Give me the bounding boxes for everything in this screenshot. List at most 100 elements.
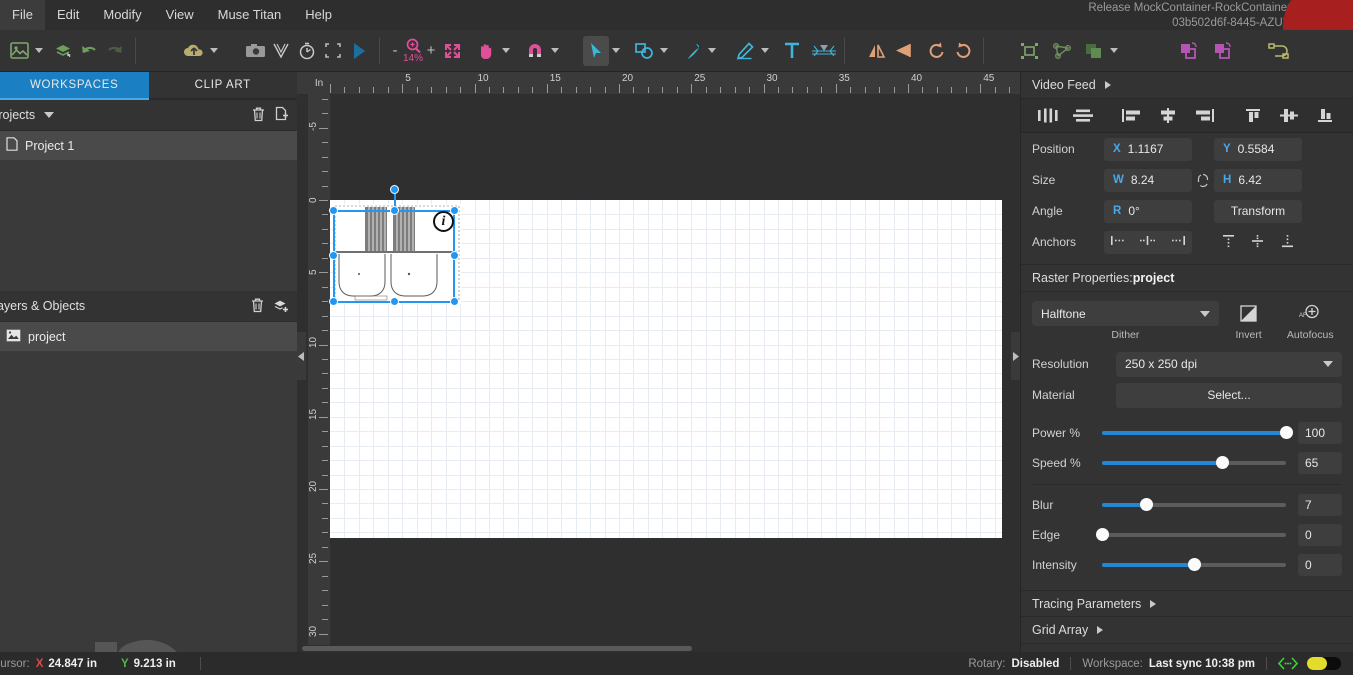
dither-dropdown[interactable]: Halftone	[1032, 301, 1219, 326]
resize-handle-b[interactable]	[390, 297, 399, 306]
align-left-icon[interactable]	[1114, 103, 1150, 129]
play-run-icon[interactable]	[346, 36, 372, 66]
zoom-out-button[interactable]: -	[387, 42, 403, 59]
align-center-h-icon[interactable]	[1150, 103, 1186, 129]
boolean-union-icon[interactable]	[1081, 36, 1107, 66]
autofocus-button[interactable]: AF Autofocus	[1278, 301, 1342, 341]
boolean-dropdown[interactable]	[1107, 36, 1120, 66]
intensity-value-input[interactable]: 0	[1298, 554, 1342, 576]
link-ratio-icon[interactable]	[1192, 173, 1214, 188]
blur-slider[interactable]	[1102, 498, 1286, 511]
vertical-ruler[interactable]: -5 0 5 10 15 20 25 30	[308, 94, 330, 652]
edge-slider[interactable]	[1096, 528, 1286, 541]
timer-icon[interactable]	[294, 36, 320, 66]
power-slider[interactable]	[1102, 426, 1293, 439]
power-value-input[interactable]: 100	[1298, 422, 1342, 444]
triangle-right-icon[interactable]	[1104, 81, 1111, 89]
menu-item-view[interactable]: View	[154, 0, 206, 30]
angle-input[interactable]: R 0°	[1104, 199, 1192, 223]
object-info-icon[interactable]: i	[433, 211, 454, 232]
anchor-center-icon[interactable]	[1139, 235, 1156, 249]
shapes-dropdown[interactable]	[657, 36, 670, 66]
position-x-input[interactable]: X 1.1167	[1104, 137, 1192, 161]
image-import-dropdown[interactable]	[32, 36, 45, 66]
cloud-upload-icon[interactable]	[181, 36, 207, 66]
redo-icon[interactable]	[102, 36, 128, 66]
resolution-dropdown[interactable]: 250 x 250 dpi	[1116, 351, 1342, 377]
pen-dropdown[interactable]	[705, 36, 718, 66]
edge-value-input[interactable]: 0	[1298, 524, 1342, 546]
rotation-handle[interactable]	[390, 185, 399, 194]
canvas-horizontal-scrollbar[interactable]	[297, 645, 1020, 652]
distribute-horizontal-icon[interactable]	[1029, 103, 1065, 129]
power-toggle[interactable]	[1307, 657, 1341, 670]
invert-icon[interactable]	[1219, 301, 1279, 326]
autofocus-icon[interactable]: AF	[1278, 301, 1342, 326]
draw-pencil-icon[interactable]	[732, 36, 758, 66]
collapse-right-panel-button[interactable]	[1011, 332, 1020, 380]
tracing-parameters-section[interactable]: Tracing Parameters	[1021, 590, 1353, 617]
transform-button[interactable]: Transform	[1214, 199, 1302, 223]
pan-dropdown[interactable]	[499, 36, 512, 66]
select-arrow-icon[interactable]	[583, 35, 610, 66]
trash-icon[interactable]	[250, 297, 265, 316]
tab-clip-art[interactable]: CLIP ART	[148, 72, 297, 100]
rotate-ccw-icon[interactable]	[924, 36, 950, 66]
path-link-icon[interactable]	[1266, 36, 1292, 66]
resize-handle-l[interactable]	[329, 251, 338, 260]
anchor-middle-icon[interactable]	[1250, 234, 1265, 251]
resize-handle-br[interactable]	[450, 297, 459, 306]
vector-v-icon[interactable]	[268, 36, 294, 66]
zoom-in-button[interactable]: +	[423, 42, 439, 59]
add-layer-icon[interactable]	[273, 297, 289, 316]
anchor-left-icon[interactable]	[1110, 235, 1127, 249]
undo-icon[interactable]	[76, 36, 102, 66]
invert-button[interactable]: Invert	[1219, 301, 1279, 341]
size-width-input[interactable]: W 8.24	[1104, 168, 1192, 192]
select-dropdown[interactable]	[609, 36, 622, 66]
size-height-input[interactable]: H 6.42	[1214, 168, 1302, 192]
magnet-snap-icon[interactable]	[522, 36, 548, 66]
resize-handle-tl[interactable]	[329, 206, 338, 215]
speed-slider[interactable]	[1102, 456, 1286, 469]
menu-item-edit[interactable]: Edit	[45, 0, 91, 30]
menu-item-muse-titan[interactable]: Muse Titan	[206, 0, 294, 30]
ruler-unit-label[interactable]: In	[308, 72, 330, 94]
resize-handle-bl[interactable]	[329, 297, 338, 306]
anchor-right-icon[interactable]	[1169, 235, 1186, 249]
text-tool-icon[interactable]	[779, 36, 805, 66]
zoom-magnifier-icon[interactable]: 14%	[403, 38, 423, 64]
align-center-v-icon[interactable]	[1271, 103, 1307, 129]
menu-item-modify[interactable]: Modify	[91, 0, 153, 30]
align-right-icon[interactable]	[1186, 103, 1222, 129]
connection-icon[interactable]	[1278, 657, 1298, 670]
rotate-cw-icon[interactable]	[950, 36, 976, 66]
mirror-vertical-icon[interactable]	[890, 36, 916, 66]
projects-chevron-down-icon[interactable]	[44, 112, 55, 118]
blur-value-input[interactable]: 7	[1298, 494, 1342, 516]
resize-handle-t[interactable]	[390, 206, 399, 215]
video-feed-section[interactable]: Video Feed	[1021, 72, 1353, 99]
speed-value-input[interactable]: 65	[1298, 452, 1342, 474]
fit-screen-icon[interactable]	[439, 36, 465, 66]
list-item[interactable]: Project 1	[0, 131, 297, 161]
ungroup-icon[interactable]	[1049, 36, 1075, 66]
anchor-top-icon[interactable]	[1221, 234, 1236, 251]
layers-green-icon[interactable]	[50, 36, 76, 66]
align-top-icon[interactable]	[1235, 103, 1271, 129]
intensity-slider[interactable]	[1102, 558, 1286, 571]
menu-item-file[interactable]: File	[0, 0, 45, 30]
menu-item-help[interactable]: Help	[293, 0, 344, 30]
copy-offset-icon[interactable]	[1210, 36, 1236, 66]
camera-icon[interactable]	[242, 36, 268, 66]
anchor-bottom-icon[interactable]	[1280, 234, 1295, 251]
pan-hand-icon[interactable]	[473, 36, 499, 66]
new-file-icon[interactable]	[274, 106, 289, 125]
material-select-button[interactable]: Select...	[1116, 382, 1342, 408]
duplicate-icon[interactable]	[1176, 36, 1202, 66]
triangle-right-icon[interactable]	[1150, 599, 1157, 608]
group-icon[interactable]	[1017, 36, 1043, 66]
horizontal-ruler[interactable]: 5 10 15 20 25 30 35 40 45	[297, 72, 1020, 94]
pen-icon[interactable]	[679, 36, 705, 66]
resize-handle-r[interactable]	[450, 251, 459, 260]
